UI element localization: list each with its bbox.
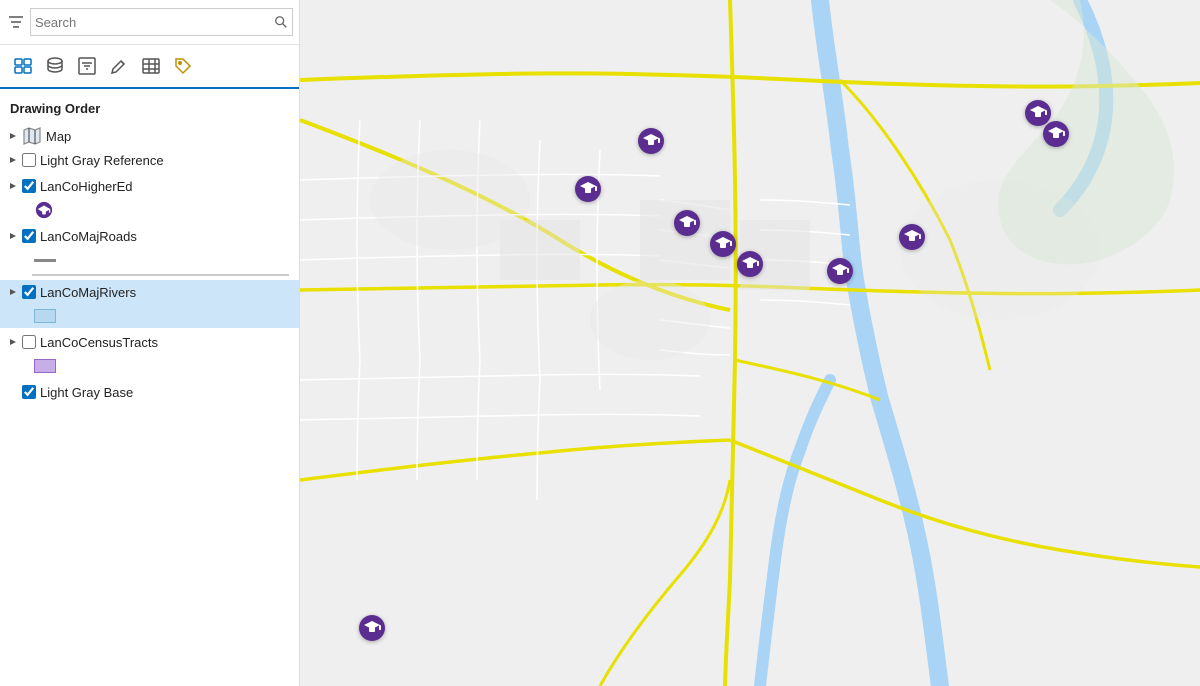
marker-m10[interactable] bbox=[358, 614, 386, 645]
map-layer-icon bbox=[22, 126, 42, 146]
layer-row-census[interactable]: LanCoCensusTracts bbox=[0, 330, 299, 354]
legend-swatch-river bbox=[34, 309, 56, 323]
layers-panel: Drawing Order Map bbox=[0, 89, 299, 686]
layer-label-rivers: LanCoMajRivers bbox=[40, 285, 136, 300]
layer-row-highered[interactable]: LanCoHigherEd bbox=[0, 174, 299, 198]
marker-m2[interactable] bbox=[637, 127, 665, 158]
checkbox-lgr[interactable] bbox=[22, 153, 36, 167]
list-view-button[interactable] bbox=[8, 51, 38, 81]
layer-row-lgb[interactable]: Light Gray Base bbox=[0, 380, 299, 404]
legend-highered bbox=[0, 198, 299, 222]
layer-label-highered: LanCoHigherEd bbox=[40, 179, 133, 194]
marker-m5[interactable] bbox=[736, 250, 764, 281]
layer-row-lgr[interactable]: Light Gray Reference bbox=[0, 148, 299, 172]
layer-group-roads: LanCoMajRoads bbox=[0, 224, 299, 276]
search-bar bbox=[0, 0, 299, 45]
map-background bbox=[300, 0, 1200, 686]
checkbox-roads[interactable] bbox=[22, 229, 36, 243]
chevron-map bbox=[6, 129, 20, 143]
chevron-lgr bbox=[6, 153, 20, 167]
layer-label-census: LanCoCensusTracts bbox=[40, 335, 158, 350]
layer-row-rivers[interactable]: LanCoMajRivers bbox=[0, 280, 299, 304]
panel-title: Drawing Order bbox=[0, 97, 299, 124]
checkbox-highered[interactable] bbox=[22, 179, 36, 193]
legend-swatch-road bbox=[34, 255, 56, 265]
marker-m7[interactable] bbox=[898, 223, 926, 254]
layer-row-map[interactable]: Map bbox=[0, 124, 299, 148]
marker-m3[interactable] bbox=[673, 209, 701, 240]
database-button[interactable] bbox=[40, 51, 70, 81]
search-input[interactable] bbox=[35, 15, 274, 30]
layer-row-roads[interactable]: LanCoMajRoads bbox=[0, 224, 299, 248]
search-input-wrap bbox=[30, 8, 293, 36]
marker-m4[interactable] bbox=[709, 230, 737, 261]
sidebar: Drawing Order Map bbox=[0, 0, 300, 686]
legend-rivers bbox=[0, 304, 299, 328]
legend-swatch-census bbox=[34, 359, 56, 373]
search-button[interactable] bbox=[274, 15, 288, 29]
chevron-roads bbox=[6, 229, 20, 243]
tag-button[interactable] bbox=[168, 51, 198, 81]
legend-census bbox=[0, 354, 299, 378]
filter-icon[interactable] bbox=[6, 12, 26, 32]
chevron-rivers bbox=[6, 285, 20, 299]
layer-group-map: Map Light Gray Reference bbox=[0, 124, 299, 404]
layer-label-roads: LanCoMajRoads bbox=[40, 229, 137, 244]
chevron-census bbox=[6, 335, 20, 349]
layer-group-rivers: LanCoMajRivers bbox=[0, 280, 299, 328]
layer-group-highered: LanCoHigherEd bbox=[0, 174, 299, 222]
table-button[interactable] bbox=[136, 51, 166, 81]
legend-separator-roads bbox=[32, 274, 289, 276]
legend-roads bbox=[0, 248, 299, 272]
checkbox-census[interactable] bbox=[22, 335, 36, 349]
checkbox-lgb[interactable] bbox=[22, 385, 36, 399]
layer-label-map: Map bbox=[46, 129, 71, 144]
layer-group-lgb: Light Gray Base bbox=[0, 380, 299, 404]
marker-m9[interactable] bbox=[1042, 120, 1070, 151]
legend-swatch-graduation bbox=[34, 200, 54, 220]
filter-view-button[interactable] bbox=[72, 51, 102, 81]
checkbox-rivers[interactable] bbox=[22, 285, 36, 299]
marker-m1[interactable] bbox=[574, 175, 602, 206]
pencil-button[interactable] bbox=[104, 51, 134, 81]
layer-group-lgr: Light Gray Reference bbox=[0, 148, 299, 172]
layer-group-census: LanCoCensusTracts bbox=[0, 330, 299, 378]
marker-m6[interactable] bbox=[826, 257, 854, 288]
layer-label-lgr: Light Gray Reference bbox=[40, 153, 164, 168]
layer-label-lgb: Light Gray Base bbox=[40, 385, 133, 400]
chevron-highered bbox=[6, 179, 20, 193]
map-area[interactable] bbox=[300, 0, 1200, 686]
chevron-lgb bbox=[6, 385, 20, 399]
toolbar bbox=[0, 45, 299, 89]
